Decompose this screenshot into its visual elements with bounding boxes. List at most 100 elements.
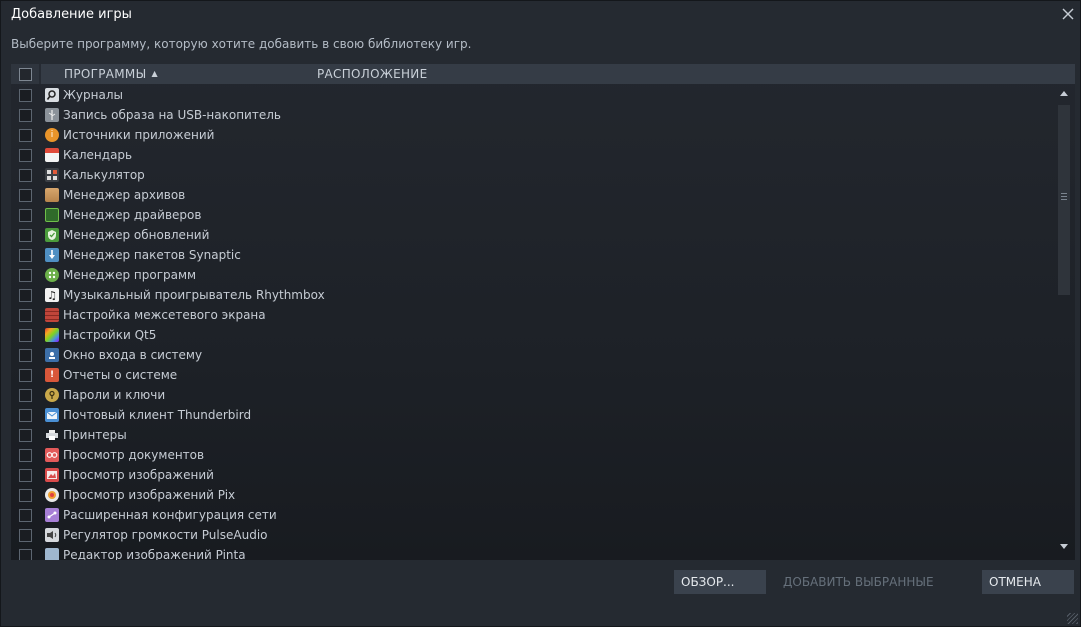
row-checkbox[interactable]: [19, 289, 32, 302]
table-row[interactable]: Менеджер программ: [11, 265, 1056, 285]
package-download-icon: [45, 248, 59, 262]
table-row[interactable]: Менеджер драйверов: [11, 205, 1056, 225]
table-row[interactable]: Редактор изображений Pinta: [11, 545, 1056, 560]
column-header-programs[interactable]: ПРОГРАММЫ ▲: [64, 67, 158, 81]
table-row[interactable]: Просмотр изображений Pix: [11, 485, 1056, 505]
warning-report-icon: !: [45, 368, 59, 382]
dialog-title: Добавление игры: [11, 7, 132, 22]
qt-settings-icon: [45, 328, 59, 342]
program-name: Менеджер программ: [63, 268, 197, 282]
row-checkbox[interactable]: [19, 189, 32, 202]
row-checkbox[interactable]: [19, 509, 32, 522]
table-row[interactable]: Настройки Qt5: [11, 325, 1056, 345]
row-checkbox[interactable]: [19, 549, 32, 560]
row-checkbox[interactable]: [19, 149, 32, 162]
table-row[interactable]: i Источники приложений: [11, 125, 1056, 145]
magnifier-icon: [45, 88, 59, 102]
table-row[interactable]: Принтеры: [11, 425, 1056, 445]
table-row[interactable]: Регулятор громкости PulseAudio: [11, 525, 1056, 545]
program-list: ПРОГРАММЫ ▲ РАСПОЛОЖЕНИЕ Журналы Запись о…: [11, 64, 1075, 560]
row-checkbox[interactable]: [19, 329, 32, 342]
shield-icon: [45, 228, 59, 242]
table-row[interactable]: Просмотр изображений: [11, 465, 1056, 485]
table-row[interactable]: Окно входа в систему: [11, 345, 1056, 365]
sort-ascending-icon: ▲: [151, 69, 158, 78]
table-row[interactable]: Калькулятор: [11, 165, 1056, 185]
program-name: Источники приложений: [63, 128, 215, 142]
row-checkbox[interactable]: [19, 369, 32, 382]
row-checkbox[interactable]: [19, 489, 32, 502]
mail-icon: [45, 408, 59, 422]
row-checkbox[interactable]: [19, 229, 32, 242]
firewall-icon: [45, 308, 59, 322]
program-name: Календарь: [63, 148, 133, 162]
archive-icon: [45, 188, 59, 202]
program-name: Журналы: [63, 88, 123, 102]
row-checkbox[interactable]: [19, 109, 32, 122]
program-name: Редактор изображений Pinta: [63, 548, 246, 560]
row-checkbox[interactable]: [19, 309, 32, 322]
row-checkbox[interactable]: [19, 389, 32, 402]
scroll-thumb[interactable]: [1058, 105, 1070, 295]
row-checkbox[interactable]: [19, 449, 32, 462]
add-selected-button[interactable]: ДОБАВИТЬ ВЫБРАННЫЕ: [776, 570, 971, 594]
table-row[interactable]: Расширенная конфигурация сети: [11, 505, 1056, 525]
select-all-checkbox[interactable]: [19, 68, 32, 81]
printer-icon: [45, 428, 59, 442]
row-checkbox[interactable]: [19, 249, 32, 262]
table-row[interactable]: Календарь: [11, 145, 1056, 165]
table-row[interactable]: Почтовый клиент Thunderbird: [11, 405, 1056, 425]
table-row[interactable]: ♫ Музыкальный проигрыватель Rhythmbox: [11, 285, 1056, 305]
program-name: Менеджер архивов: [63, 188, 186, 202]
program-name: Запись образа на USB-накопитель: [63, 108, 281, 122]
cancel-button[interactable]: ОТМЕНА: [982, 570, 1074, 594]
row-checkbox[interactable]: [19, 89, 32, 102]
close-icon[interactable]: [1059, 5, 1077, 23]
resize-grip-icon[interactable]: [1067, 613, 1078, 624]
network-config-icon: [45, 508, 59, 522]
table-row[interactable]: Менеджер архивов: [11, 185, 1056, 205]
program-name: Просмотр изображений Pix: [63, 488, 236, 502]
browse-button[interactable]: ОБЗОР...: [674, 570, 766, 594]
document-viewer-icon: [45, 448, 59, 462]
program-name: Настройка межсетевого экрана: [63, 308, 266, 322]
row-checkbox[interactable]: [19, 469, 32, 482]
table-row[interactable]: Просмотр документов: [11, 445, 1056, 465]
row-checkbox[interactable]: [19, 349, 32, 362]
header-divider: [39, 64, 41, 84]
table-row[interactable]: Менеджер обновлений: [11, 225, 1056, 245]
program-name: Регулятор громкости PulseAudio: [63, 528, 268, 542]
row-checkbox[interactable]: [19, 129, 32, 142]
calendar-icon: [45, 148, 59, 162]
chip-icon: [45, 208, 59, 222]
table-row[interactable]: Журналы: [11, 85, 1056, 105]
program-name: Менеджер обновлений: [63, 228, 210, 242]
scroll-up-arrow-icon[interactable]: [1060, 91, 1068, 96]
column-header-location[interactable]: РАСПОЛОЖЕНИЕ: [317, 67, 427, 81]
table-row[interactable]: Пароли и ключи: [11, 385, 1056, 405]
table-row[interactable]: Менеджер пакетов Synaptic: [11, 245, 1056, 265]
program-name: Настройки Qt5: [63, 328, 157, 342]
table-rows: Журналы Запись образа на USB-накопитель …: [11, 85, 1056, 560]
program-name: Принтеры: [63, 428, 127, 442]
program-name: Просмотр изображений: [63, 468, 214, 482]
row-checkbox[interactable]: [19, 529, 32, 542]
table-row[interactable]: Настройка межсетевого экрана: [11, 305, 1056, 325]
row-checkbox[interactable]: [19, 269, 32, 282]
scroll-down-arrow-icon[interactable]: [1060, 544, 1068, 549]
pix-icon: [45, 488, 59, 502]
row-checkbox[interactable]: [19, 409, 32, 422]
table-row[interactable]: Запись образа на USB-накопитель: [11, 105, 1056, 125]
program-name: Почтовый клиент Thunderbird: [63, 408, 252, 422]
row-checkbox[interactable]: [19, 429, 32, 442]
table-row[interactable]: ! Отчеты о системе: [11, 365, 1056, 385]
vertical-scrollbar[interactable]: [1056, 85, 1075, 560]
row-checkbox[interactable]: [19, 209, 32, 222]
pinta-icon: [45, 548, 59, 560]
music-note-icon: ♫: [45, 288, 59, 302]
key-icon: [45, 388, 59, 402]
table-header: ПРОГРАММЫ ▲ РАСПОЛОЖЕНИЕ: [11, 64, 1075, 84]
info-icon: i: [45, 128, 59, 142]
row-checkbox[interactable]: [19, 169, 32, 182]
image-viewer-icon: [45, 468, 59, 482]
